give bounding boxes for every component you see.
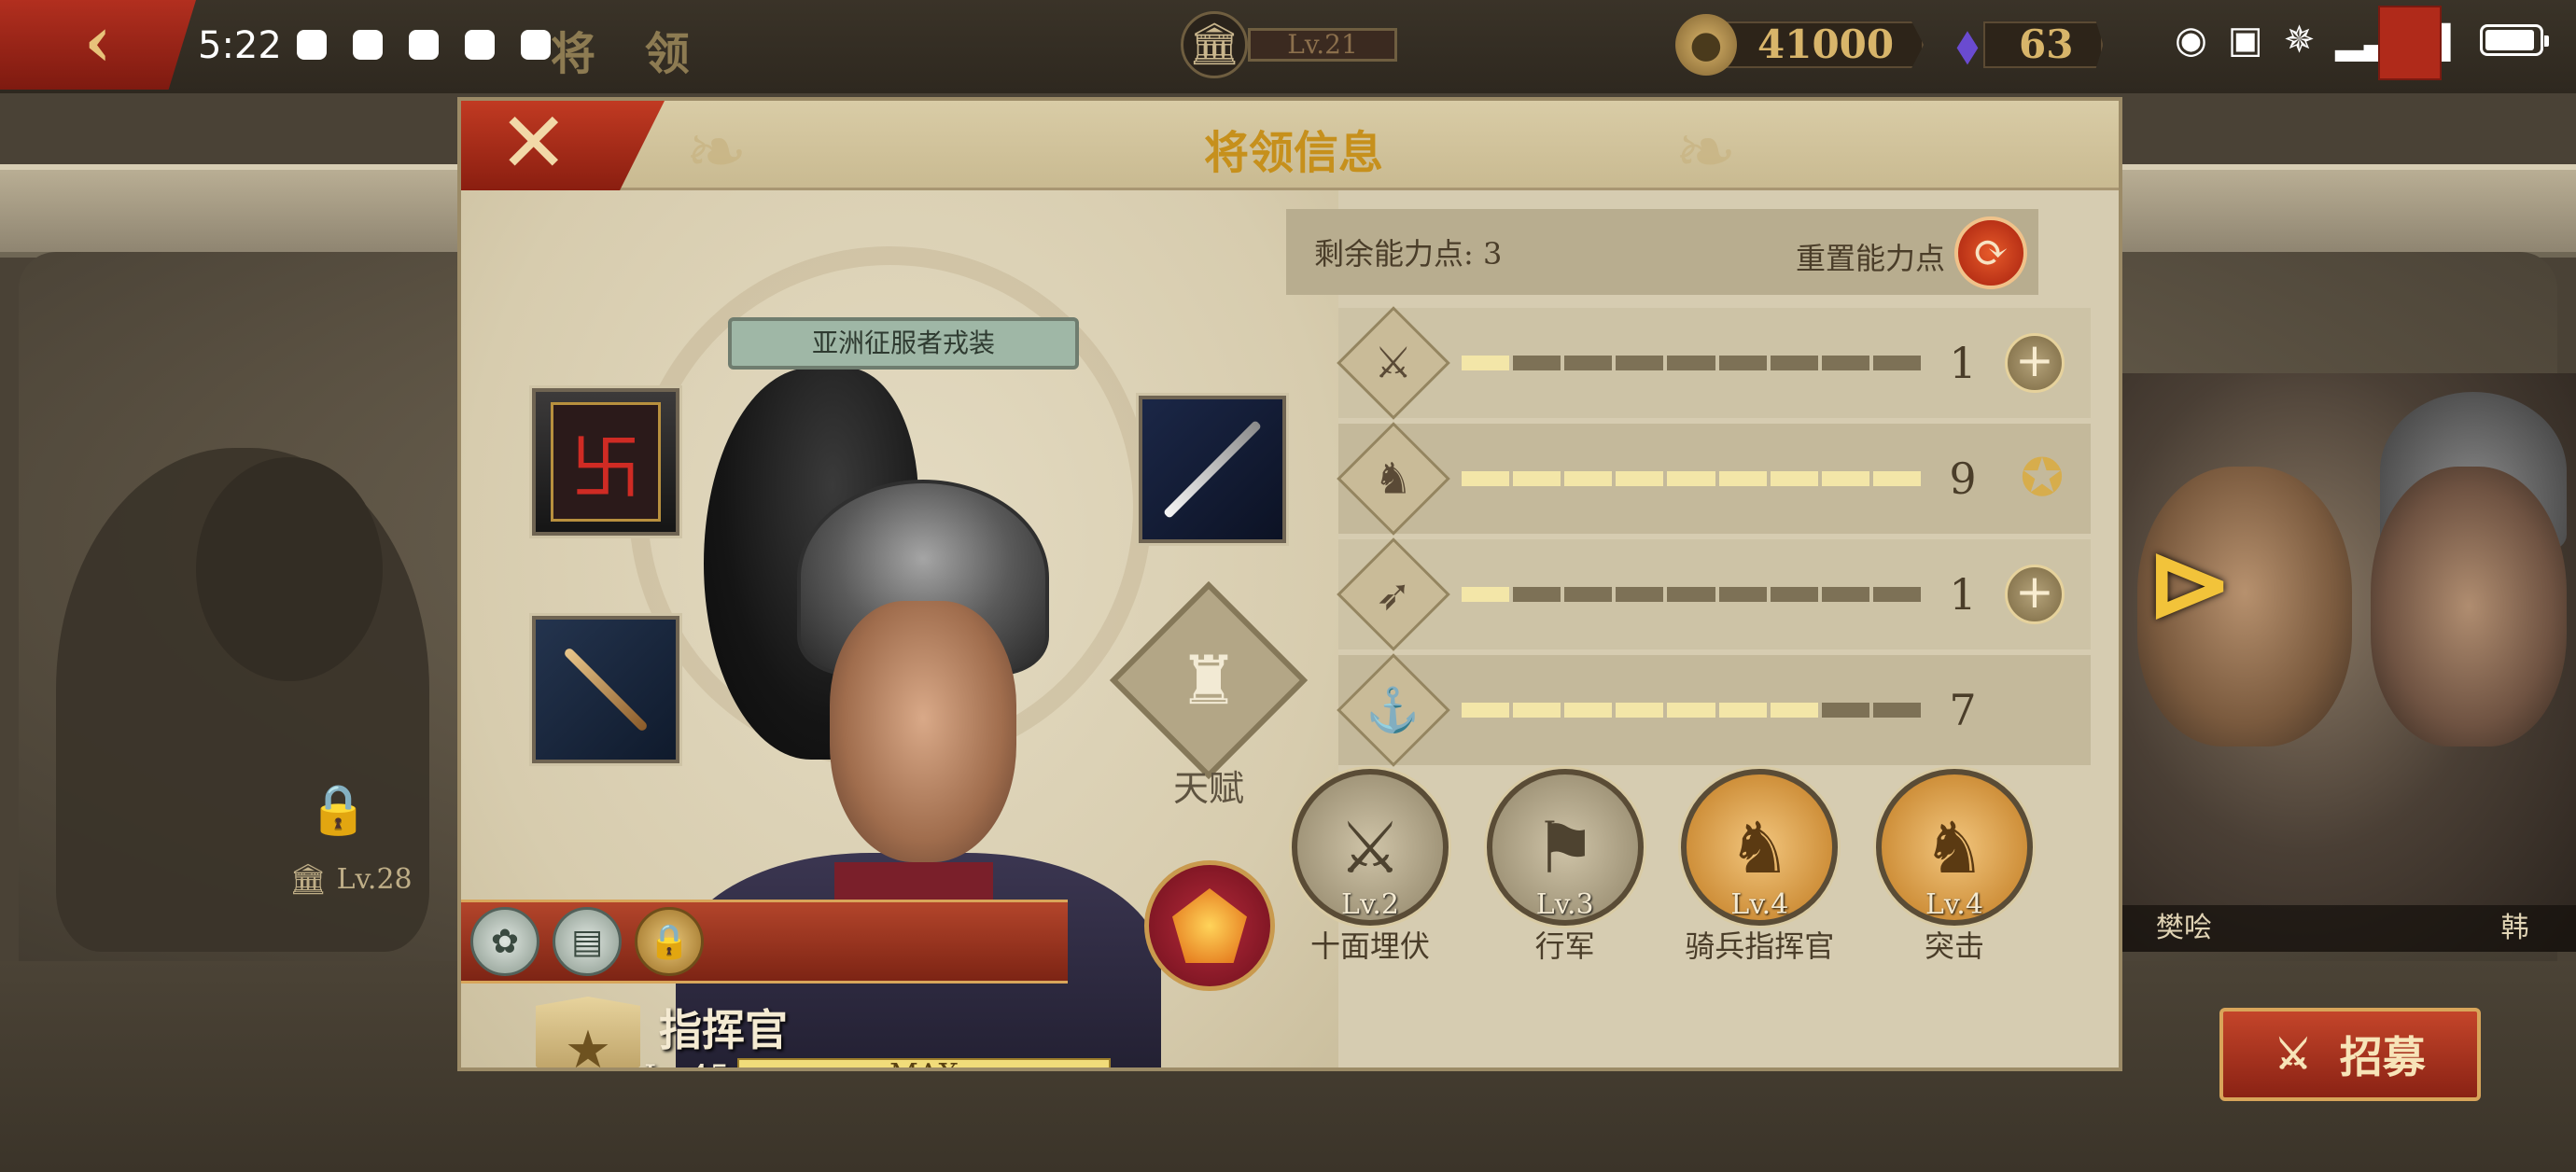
- add-point-button[interactable]: +: [2005, 565, 2065, 624]
- notification-icon: [353, 30, 383, 60]
- palace-level-label: Lv.21: [1248, 28, 1397, 62]
- sword-icon: ⚔: [1337, 306, 1450, 420]
- exp-bar: MAX: [737, 1058, 1111, 1067]
- skill-item[interactable]: ♞ Lv.4 突击: [1870, 769, 2038, 974]
- gem-slot-button[interactable]: [1144, 860, 1275, 991]
- recruit-icon: ⚔: [2275, 1030, 2312, 1079]
- stat-progress-bar: [1462, 703, 1921, 718]
- locked-hero-level: Lv.28: [336, 862, 413, 896]
- attribute-panel: 剩余能力点: 3 重置能力点 ⟳ ⚔ 1 + ♞ 9 ✪ ➶ 1 + ⚓ 7 ⚔ Lv.2 十面埋伏 ⚑ L…: [1286, 190, 2119, 1067]
- skill-level: Lv.2: [1341, 888, 1399, 921]
- back-button[interactable]: ‹: [0, 0, 196, 90]
- add-point-button[interactable]: +: [2005, 333, 2065, 393]
- lock-icon[interactable]: 🔒: [635, 907, 704, 976]
- next-hero-name: 樊哙: [2156, 912, 2212, 944]
- talent-label: 天赋: [1172, 768, 1244, 809]
- stat-value: 7: [1949, 685, 1977, 735]
- skill-item[interactable]: ⚔ Lv.2 十面埋伏: [1286, 769, 1454, 974]
- equipment-banner-slot[interactable]: [532, 388, 679, 536]
- stat-row: ➶ 1 +: [1337, 537, 2091, 651]
- status-time: 5:22: [198, 24, 282, 67]
- notification-icon: [409, 30, 439, 60]
- equipment-spear-slot[interactable]: [532, 616, 679, 763]
- palace-level[interactable]: 🏛 Lv.21: [1181, 11, 1400, 78]
- reset-label: 重置能力点: [1795, 241, 1945, 276]
- rank-name: 指挥官: [659, 1005, 788, 1055]
- temple-icon: 🏛: [1181, 11, 1248, 78]
- skill-item[interactable]: ⚑ Lv.3 行军: [1481, 769, 1649, 974]
- stat-value: 9: [1949, 453, 1977, 504]
- notification-icon: [465, 30, 495, 60]
- max-laurel-icon: ✪: [2020, 448, 2065, 509]
- skill-level: Lv.3: [1535, 888, 1594, 921]
- temple-icon: 🏛: [289, 861, 328, 897]
- shield-icon[interactable]: ▤: [553, 907, 622, 976]
- horse-icon: ♞: [1337, 422, 1450, 536]
- dialog-title: 将领信息: [1203, 127, 1383, 179]
- status-notification-icons: [297, 30, 551, 60]
- coin-icon: ●: [1675, 14, 1737, 76]
- reset-button[interactable]: ⟳: [1954, 216, 2027, 289]
- general-level: Lv.45: [644, 1058, 730, 1067]
- stat-progress-bar: [1462, 587, 1921, 602]
- points-header: 剩余能力点: 3 重置能力点 ⟳: [1286, 209, 2038, 295]
- eye-icon: ◉: [2175, 19, 2207, 62]
- gem-icon: ⬧: [1955, 14, 1980, 75]
- next-hero-namebar: 樊哙 韩: [2119, 905, 2576, 952]
- gem-amount: 63: [1983, 21, 2104, 68]
- rank-star-icon: ★: [536, 997, 640, 1067]
- stat-row: ♞ 9 ✪: [1337, 422, 2091, 536]
- nfc-icon: ▣: [2227, 19, 2263, 62]
- skill-name: 十面埋伏: [1309, 928, 1430, 964]
- stat-progress-bar: [1462, 471, 1921, 486]
- stat-row: ⚓ 7: [1337, 653, 2091, 767]
- skill-name: 骑兵指挥官: [1685, 928, 1835, 964]
- general-portrait-panel: 亚洲征服者戎装 ♜ 天赋 ✿ ▤ 🔒 ★ 指挥官 Lv.45 MAX: [461, 190, 1338, 1067]
- skill-level: Lv.4: [1925, 888, 1983, 921]
- skill-name: 突击: [1924, 928, 1984, 964]
- dialog-header: ❧ ❧ 将领信息: [461, 101, 2119, 195]
- stat-value: 1: [1949, 338, 1977, 388]
- passive-skill-banner: ✿ ▤ 🔒: [461, 900, 1068, 984]
- anchor-icon: ⚓: [1337, 653, 1450, 767]
- medal-icon[interactable]: ✿: [470, 907, 539, 976]
- remaining-points: 剩余能力点: 3: [1314, 236, 1503, 272]
- hero-face: [2371, 467, 2567, 746]
- hud-menu-button[interactable]: [2378, 6, 2442, 80]
- lock-icon: 🔒: [308, 782, 369, 838]
- page-title: 将 领: [551, 28, 707, 80]
- bluetooth-icon: ✵: [2283, 19, 2316, 62]
- equipment-sword-slot[interactable]: [1139, 396, 1286, 543]
- general-info-dialog: ❧ ❧ 将领信息 ✕ 亚洲征服者戎装 ♜ 天赋 ✿ ▤ 🔒 ★ 指挥官: [457, 97, 2122, 1071]
- pentagon-gem-icon: [1172, 888, 1247, 963]
- outfit-button[interactable]: 亚洲征服者戎装: [728, 317, 1079, 370]
- next-arrow-icon[interactable]: ⊳: [2147, 532, 2233, 635]
- stat-progress-bar: [1462, 356, 1921, 370]
- helmet-icon: ♜: [1178, 641, 1239, 719]
- recruit-label: 招募: [2339, 1032, 2426, 1082]
- gem-counter[interactable]: ⬧ 63: [1937, 14, 2104, 75]
- status-bar-right: ◉ ▣ ✵ ▂▃▅▇: [2175, 19, 2550, 62]
- gold-amount: 41000: [1722, 21, 1925, 68]
- recruit-button[interactable]: ⚔ 招募: [2219, 1008, 2481, 1101]
- stat-row: ⚔ 1 +: [1337, 306, 2091, 420]
- gold-counter[interactable]: ● 41000: [1675, 14, 1925, 76]
- skill-list: ⚔ Lv.2 十面埋伏 ⚑ Lv.3 行军 ♞ Lv.4 骑兵指挥官 ♞ Lv.4 突击: [1286, 769, 2038, 974]
- skill-item[interactable]: ♞ Lv.4 骑兵指挥官: [1675, 769, 1843, 974]
- notification-icon: [297, 30, 327, 60]
- locked-hero-head: [196, 457, 383, 681]
- battery-icon: [2480, 24, 2550, 56]
- bow-icon: ➶: [1337, 537, 1450, 651]
- stat-value: 1: [1949, 569, 1977, 620]
- locked-hero-requirement: 🏛 Lv.28: [289, 858, 448, 900]
- skill-name: 行军: [1534, 928, 1595, 964]
- skill-level: Lv.4: [1730, 888, 1789, 921]
- next-hero-name: 韩: [2500, 912, 2529, 944]
- notification-icon: [521, 30, 551, 60]
- general-face: [830, 601, 1016, 862]
- next-hero-portrait[interactable]: 樊哙 韩: [2119, 373, 2576, 952]
